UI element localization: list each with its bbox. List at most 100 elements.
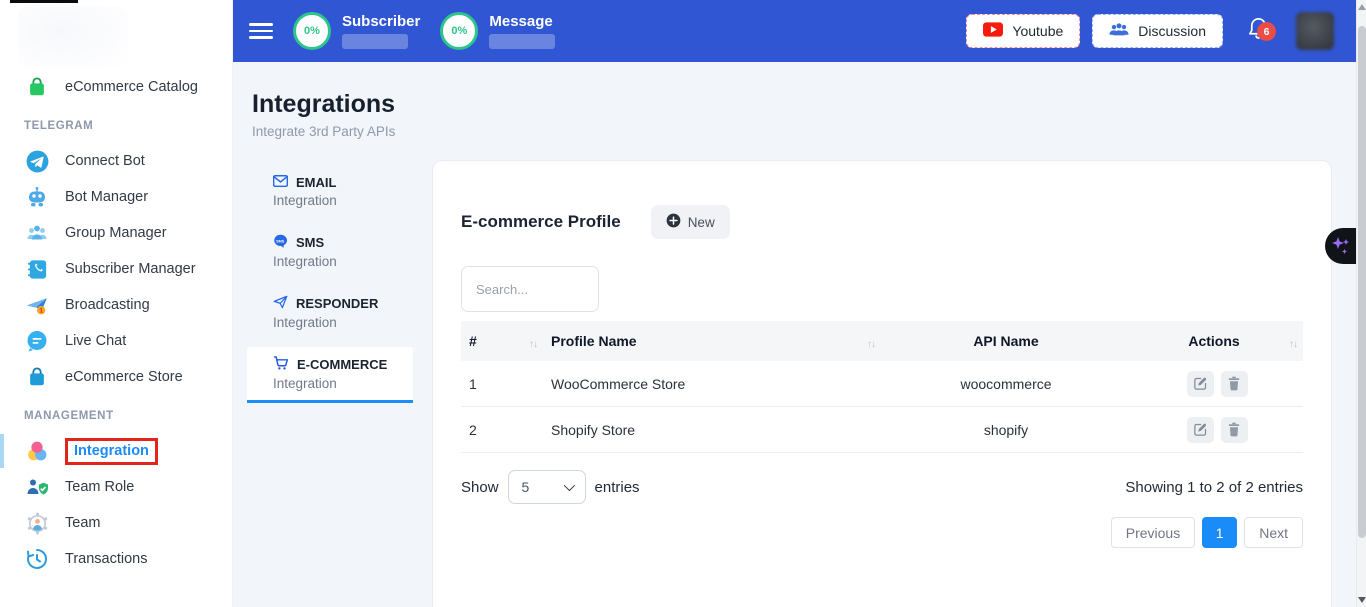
sidebar-nav: eCommerce Catalog TELEGRAM Connect Bot B… <box>0 0 232 577</box>
row-num: 1 <box>461 376 543 392</box>
ai-assistant-tab[interactable] <box>1325 228 1356 264</box>
subnav-title: RESPONDER <box>296 296 378 311</box>
search-input[interactable] <box>461 266 599 312</box>
entries-select-value: 5 <box>522 479 530 495</box>
scrollbar-thumb[interactable] <box>1358 26 1366 538</box>
discussion-users-icon <box>1109 22 1129 41</box>
subnav-subtitle: Integration <box>273 193 413 208</box>
sms-bubble-icon: SMS <box>273 234 288 251</box>
sidebar-section-telegram: TELEGRAM <box>0 120 232 132</box>
column-header-actions[interactable]: Actions↑↓ <box>1131 333 1303 350</box>
subnav-item-ecommerce[interactable]: E-COMMERCE Integration <box>247 347 413 403</box>
sidebar-item-label: Team Role <box>65 479 134 495</box>
row-api-name: woocommerce <box>881 376 1131 392</box>
broadcast-plane-icon: 1 <box>24 292 50 318</box>
sort-icon[interactable]: ↑↓ <box>529 339 537 350</box>
message-progress-ring: 0% <box>440 12 478 50</box>
message-stat-label: Message <box>489 13 555 30</box>
sidebar-item-group-manager[interactable]: Group Manager <box>0 215 232 251</box>
paper-plane-icon <box>273 295 288 312</box>
edit-button[interactable] <box>1187 371 1214 397</box>
table-row: 2 Shopify Store shopify <box>461 407 1303 453</box>
column-header-num[interactable]: #↑↓ <box>461 333 543 350</box>
sidebar-item-bot-manager[interactable]: Bot Manager <box>0 179 232 215</box>
showing-entries-text: Showing 1 to 2 of 2 entries <box>1125 479 1303 496</box>
pagination: Previous 1 Next <box>461 517 1303 548</box>
subscriber-stat: 0% Subscriber <box>293 12 420 50</box>
entries-select[interactable]: 5 <box>508 470 586 504</box>
row-actions <box>1131 417 1303 443</box>
row-actions <box>1131 371 1303 397</box>
table-row: 1 WooCommerce Store woocommerce <box>461 361 1303 407</box>
youtube-button[interactable]: Youtube <box>966 14 1080 48</box>
subnav-item-sms[interactable]: SMSSMS Integration <box>247 225 413 278</box>
previous-page-button[interactable]: Previous <box>1111 517 1195 548</box>
app-logo[interactable] <box>18 6 128 68</box>
user-avatar[interactable] <box>1296 12 1334 50</box>
sidebar-item-label: Team <box>65 515 100 531</box>
entries-label: entries <box>595 479 640 496</box>
vertical-scrollbar[interactable] <box>1356 0 1366 607</box>
sidebar-item-ecommerce-store[interactable]: eCommerce Store <box>0 359 232 395</box>
subnav-subtitle: Integration <box>273 254 413 269</box>
sort-icon[interactable]: ↑↓ <box>867 339 875 350</box>
store-bag-icon <box>24 364 50 390</box>
subnav-item-email[interactable]: EMAIL Integration <box>247 166 413 217</box>
message-stat-value-redacted <box>489 34 555 49</box>
sidebar-item-team-role[interactable]: Team Role <box>0 469 232 505</box>
sidebar-item-subscriber-manager[interactable]: Subscriber Manager <box>0 251 232 287</box>
profiles-table: #↑↓ Profile Name↑↓ API Name Actions↑↓ 1 … <box>461 321 1303 453</box>
subnav-title: E-COMMERCE <box>297 357 387 372</box>
subnav-subtitle: Integration <box>273 376 413 391</box>
chevron-down-icon <box>563 480 574 491</box>
column-header-profile-name[interactable]: Profile Name↑↓ <box>543 333 881 350</box>
envelope-icon <box>273 175 288 190</box>
show-label: Show <box>461 479 499 496</box>
row-profile-name: Shopify Store <box>543 422 881 438</box>
delete-button[interactable] <box>1221 371 1248 397</box>
sidebar-item-label: Live Chat <box>65 333 126 349</box>
discussion-button[interactable]: Discussion <box>1092 14 1223 48</box>
topbar: 0% Subscriber 0% Message Youtube Discuss… <box>233 0 1356 62</box>
scrollbar-down-arrow[interactable] <box>1358 597 1366 603</box>
sidebar-item-ecommerce-catalog[interactable]: eCommerce Catalog <box>0 69 232 105</box>
subscriber-stat-value-redacted <box>342 34 408 49</box>
subnav-title: EMAIL <box>296 175 336 190</box>
users-group-icon <box>24 220 50 246</box>
sidebar-item-live-chat[interactable]: Live Chat <box>0 323 232 359</box>
sidebar-item-label: Transactions <box>65 551 147 567</box>
sort-icon[interactable]: ↑↓ <box>1289 339 1297 350</box>
team-gear-icon <box>24 510 50 536</box>
new-profile-button[interactable]: New <box>651 205 730 239</box>
column-header-api-name[interactable]: API Name <box>881 333 1131 349</box>
page-1-button[interactable]: 1 <box>1202 517 1237 548</box>
youtube-icon <box>983 22 1003 40</box>
subscriber-progress-ring: 0% <box>293 12 331 50</box>
sidebar-item-team[interactable]: Team <box>0 505 232 541</box>
svg-text:1: 1 <box>39 307 43 314</box>
edit-button[interactable] <box>1187 417 1214 443</box>
card-title: E-commerce Profile <box>461 212 621 232</box>
sidebar-item-label: Broadcasting <box>65 297 150 313</box>
sidebar-item-label: eCommerce Store <box>65 369 183 385</box>
sidebar-item-connect-bot[interactable]: Connect Bot <box>0 143 232 179</box>
subnav-item-responder[interactable]: RESPONDER Integration <box>247 286 413 339</box>
sidebar-item-transactions[interactable]: Transactions <box>0 541 232 577</box>
ecommerce-profile-card: E-commerce Profile New #↑↓ Profile Name↑… <box>432 160 1332 607</box>
scrollbar-up-arrow[interactable] <box>1358 4 1366 10</box>
sidebar-item-broadcasting[interactable]: 1 Broadcasting <box>0 287 232 323</box>
page-subtitle: Integrate 3rd Party APIs <box>252 124 395 139</box>
top-edge-line <box>10 0 78 3</box>
notifications-button[interactable]: 6 <box>1247 16 1270 46</box>
delete-button[interactable] <box>1221 417 1248 443</box>
sidebar-item-integration[interactable]: Integration <box>0 433 232 469</box>
integration-circles-icon <box>24 438 50 464</box>
hamburger-menu-icon[interactable] <box>249 19 273 43</box>
svg-text:SMS: SMS <box>276 239 285 243</box>
next-page-button[interactable]: Next <box>1244 517 1303 548</box>
row-profile-name: WooCommerce Store <box>543 376 881 392</box>
sidebar-item-label: Group Manager <box>65 225 167 241</box>
shopping-bag-icon <box>24 74 50 100</box>
chat-bubble-icon <box>24 328 50 354</box>
cart-icon <box>273 356 289 373</box>
